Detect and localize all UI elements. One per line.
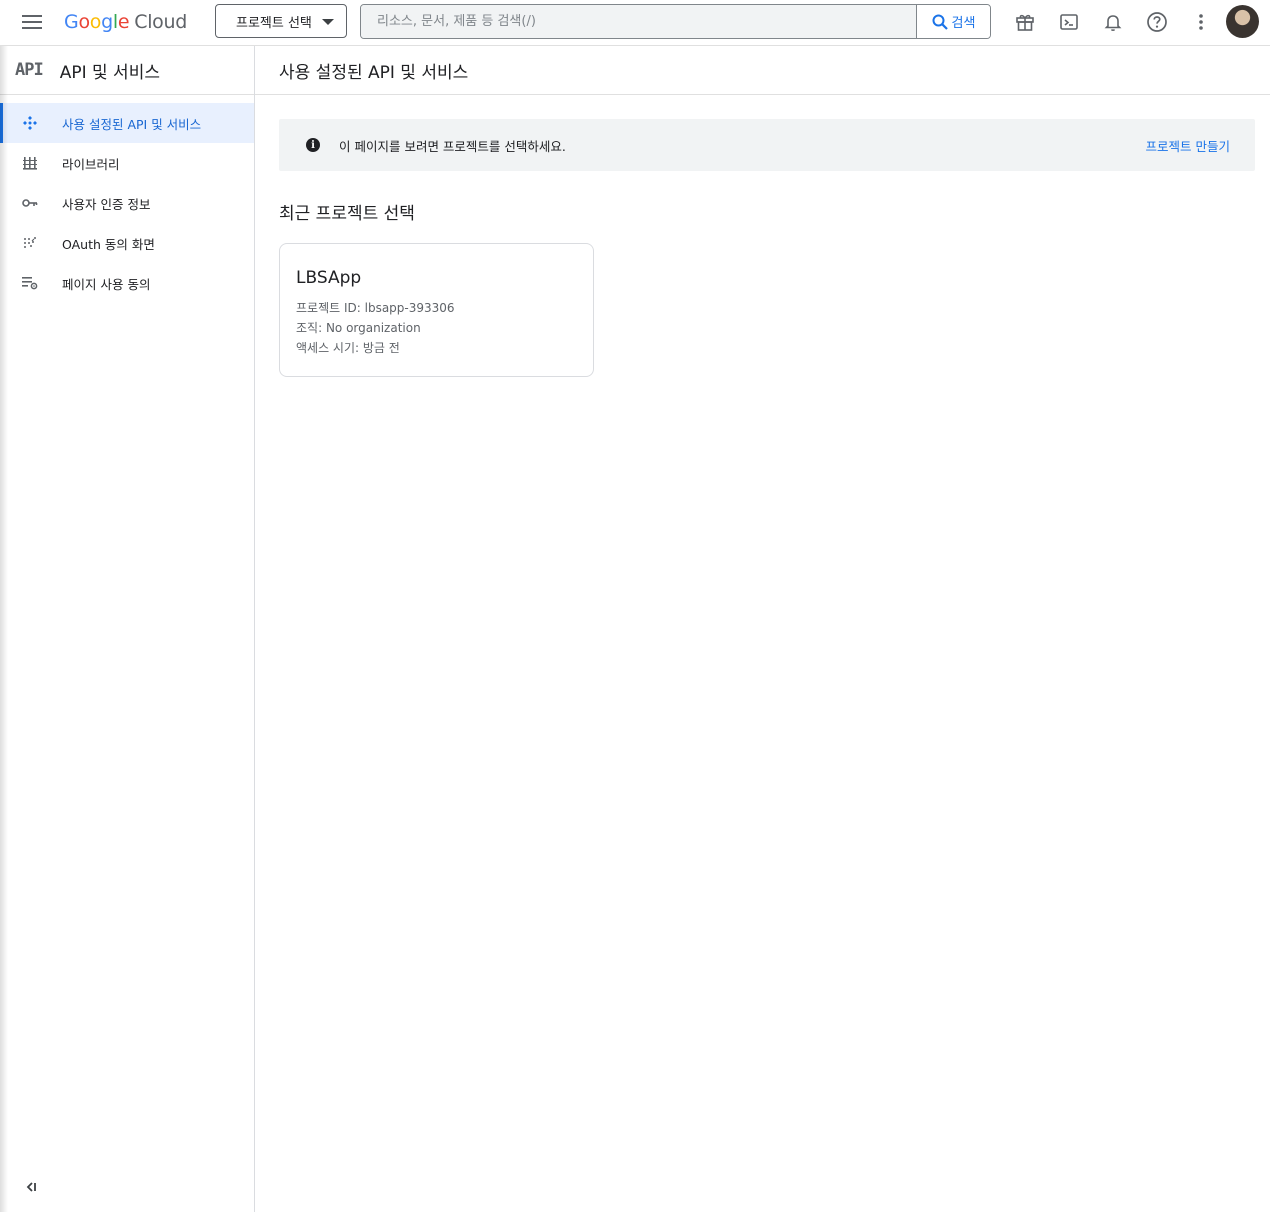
oauth-icon: [0, 236, 62, 250]
logo-letter: g: [101, 11, 113, 33]
settings-list-icon: [0, 276, 62, 290]
project-picker-label: 프로젝트 선택: [236, 15, 312, 31]
search-button[interactable]: 검색: [916, 5, 990, 38]
banner-message: 이 페이지를 보려면 프로젝트를 선택하세요.: [339, 138, 566, 154]
logo-letter: e: [117, 11, 130, 33]
create-project-link[interactable]: 프로젝트 만들기: [1146, 136, 1230, 155]
apis-icon: [0, 115, 62, 131]
logo-letter: o: [78, 11, 90, 33]
help-icon: [1147, 12, 1167, 32]
sidebar-item-library[interactable]: 라이브러리: [0, 143, 254, 183]
project-picker-button[interactable]: 프로젝트 선택: [215, 4, 347, 38]
more-vert-icon: [1199, 14, 1203, 30]
terminal-icon: [1060, 14, 1078, 30]
page-title: 사용 설정된 API 및 서비스: [279, 62, 469, 83]
project-last-access: 액세스 시기: 방금 전: [296, 341, 400, 355]
project-id: 프로젝트 ID: lbsapp-393306: [296, 301, 455, 315]
recent-projects-title: 최근 프로젝트 선택: [279, 204, 415, 224]
sidebar-item-enabled-apis[interactable]: 사용 설정된 API 및 서비스: [0, 103, 254, 143]
sidebar-header: API API 및 서비스: [0, 46, 254, 95]
notifications-button[interactable]: [1099, 8, 1127, 36]
search-input[interactable]: [361, 5, 918, 38]
sidebar-item-label: 페이지 사용 동의: [62, 276, 151, 292]
google-cloud-logo[interactable]: Google Cloud: [64, 9, 187, 35]
menu-button[interactable]: [14, 6, 50, 38]
info-icon: i: [306, 138, 320, 152]
api-badge-icon: API: [15, 60, 44, 80]
collapse-left-icon: [26, 1182, 36, 1192]
sidebar-item-oauth-consent[interactable]: OAuth 동의 화면: [0, 223, 254, 263]
sidebar-item-label: 라이브러리: [62, 156, 120, 172]
library-icon: [0, 156, 62, 170]
sidebar-item-credentials[interactable]: 사용자 인증 정보: [0, 183, 254, 223]
bell-icon: [1104, 15, 1122, 31]
project-card[interactable]: LBSApp 프로젝트 ID: lbsapp-393306 조직: No org…: [279, 243, 594, 377]
logo-letter: G: [64, 11, 79, 33]
sidebar-item-label: 사용자 인증 정보: [62, 196, 151, 212]
avatar[interactable]: [1226, 5, 1259, 38]
collapse-sidebar-button[interactable]: [22, 1178, 40, 1196]
search-button-label: 검색: [951, 16, 976, 31]
sidebar-nav: 사용 설정된 API 및 서비스 라이브러리 사용자 인증 정보 OAuth 동…: [0, 103, 254, 303]
main-content: 사용 설정된 API 및 서비스 i 이 페이지를 보려면 프로젝트를 선택하세…: [255, 46, 1270, 1212]
logo-product: Cloud: [134, 11, 188, 33]
select-project-banner: i 이 페이지를 보려면 프로젝트를 선택하세요. 프로젝트 만들기: [279, 119, 1255, 171]
search-icon: [932, 14, 948, 30]
gift-icon: [1016, 14, 1034, 31]
sidebar: API API 및 서비스 사용 설정된 API 및 서비스 라이브러리 사용자…: [0, 46, 255, 1212]
project-organization: 조직: No organization: [296, 321, 421, 335]
key-icon: [0, 198, 62, 208]
sidebar-item-page-usage-agreement[interactable]: 페이지 사용 동의: [0, 263, 254, 303]
search-bar: 검색: [360, 4, 991, 39]
menu-icon: [22, 15, 42, 29]
help-button[interactable]: [1143, 8, 1171, 36]
more-options-button[interactable]: [1187, 8, 1215, 36]
cloud-shell-button[interactable]: [1055, 8, 1083, 36]
sidebar-item-label: OAuth 동의 화면: [62, 236, 155, 252]
logo-letter: o: [89, 11, 102, 33]
caret-down-icon: [322, 19, 334, 25]
main-header: 사용 설정된 API 및 서비스: [255, 46, 1270, 95]
gift-button[interactable]: [1011, 8, 1039, 36]
sidebar-item-label: 사용 설정된 API 및 서비스: [62, 116, 202, 132]
top-bar: Google Cloud 프로젝트 선택 검색: [0, 0, 1270, 46]
sidebar-title: API 및 서비스: [59, 62, 160, 83]
project-name: LBSApp: [296, 268, 362, 288]
